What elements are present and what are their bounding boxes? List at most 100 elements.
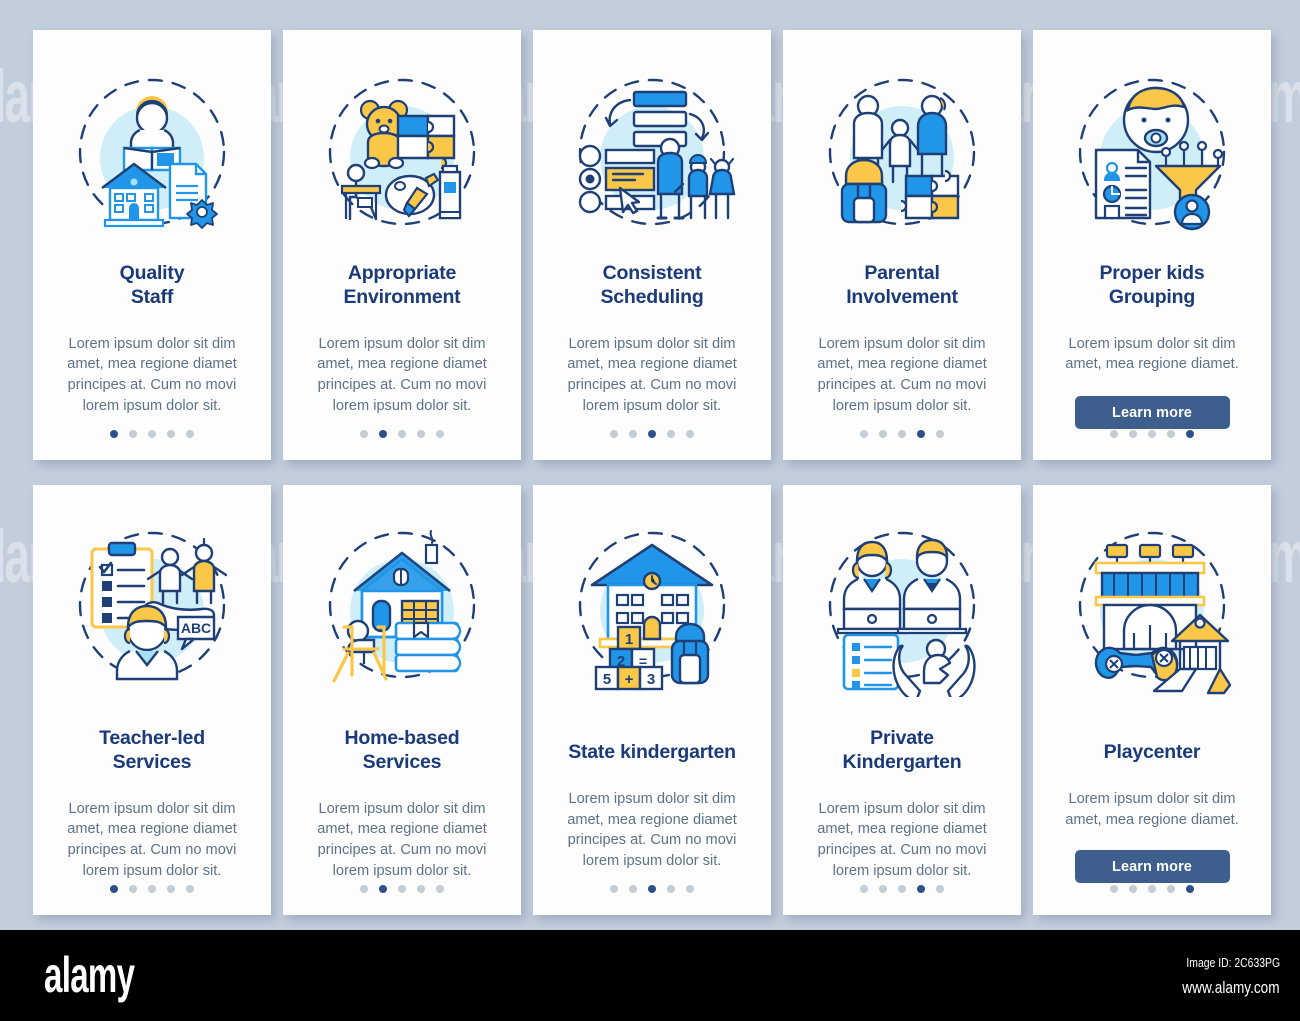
card-body-text: Lorem ipsum dolor sit dim amet, mea regi…: [1065, 335, 1239, 373]
pagination-dot[interactable]: [398, 430, 406, 438]
pagination-dot-active[interactable]: [917, 885, 925, 893]
card-body-text: Lorem ipsum dolor sit dim amet, mea regi…: [817, 335, 987, 414]
pagination-dots[interactable]: [1110, 885, 1194, 893]
pagination-dots[interactable]: [360, 430, 444, 438]
pagination-dots[interactable]: [360, 885, 444, 893]
pagination-dot-active[interactable]: [110, 430, 118, 438]
pagination-dot-active[interactable]: [1186, 885, 1194, 893]
pagination-dot-active[interactable]: [110, 885, 118, 893]
card-body-text: Lorem ipsum dolor sit dim amet, mea regi…: [817, 800, 987, 879]
pagination-dot[interactable]: [879, 885, 887, 893]
onboarding-card-state-kindergarten: 1 2 = 5 + 3 State kindergarten Lorem ipsu…: [533, 485, 771, 915]
svg-text:5: 5: [603, 671, 611, 688]
onboarding-card-grid: Quality Staff Lorem ipsum dolor sit dim am…: [33, 30, 1271, 915]
svg-text:3: 3: [647, 671, 655, 688]
onboarding-card-home-based-services: Home-based Services Lorem ipsum dolor sit …: [283, 485, 521, 915]
pagination-dot[interactable]: [1148, 885, 1156, 893]
onboarding-card-playcenter: Playcenter Lorem ipsum dolor sit dim amet…: [1033, 485, 1271, 915]
pagination-dot[interactable]: [436, 430, 444, 438]
pagination-dot[interactable]: [667, 430, 675, 438]
card-title: Home-based Services: [344, 727, 460, 773]
pagination-dot[interactable]: [167, 430, 175, 438]
pagination-dots[interactable]: [610, 430, 694, 438]
onboarding-card-appropriate-environment: Appropriate Environment Lorem ipsum dolor …: [283, 30, 521, 460]
teacher-reading-school-certificate-icon: [52, 66, 252, 244]
pagination-dot[interactable]: [629, 885, 637, 893]
pagination-dot[interactable]: [186, 430, 194, 438]
pagination-dot[interactable]: [629, 430, 637, 438]
pagination-dot[interactable]: [436, 885, 444, 893]
pagination-dot[interactable]: [860, 430, 868, 438]
pagination-dot[interactable]: [860, 885, 868, 893]
pagination-dot[interactable]: [610, 885, 618, 893]
card-body-text: Lorem ipsum dolor sit dim amet, mea regi…: [317, 800, 487, 879]
pagination-dots[interactable]: [860, 885, 944, 893]
pagination-dot[interactable]: [360, 430, 368, 438]
pagination-dot[interactable]: [360, 885, 368, 893]
pagination-dot[interactable]: [1148, 430, 1156, 438]
pagination-dot[interactable]: [1110, 885, 1118, 893]
pagination-dots[interactable]: [110, 885, 194, 893]
pagination-dot[interactable]: [148, 430, 156, 438]
onboarding-card-quality-staff: Quality Staff Lorem ipsum dolor sit dim am…: [33, 30, 271, 460]
pagination-dot[interactable]: [898, 430, 906, 438]
pagination-dot[interactable]: [148, 885, 156, 893]
pagination-dot[interactable]: [1167, 885, 1175, 893]
pagination-dot[interactable]: [686, 885, 694, 893]
pagination-dot[interactable]: [398, 885, 406, 893]
house-highchair-books-icon: [302, 519, 502, 697]
onboarding-card-teacher-led-services: ABC Teacher-led Services Lorem ipsum dolor …: [33, 485, 271, 915]
pagination-dot[interactable]: [1129, 430, 1137, 438]
alamy-url-label: www.alamy.com: [1182, 978, 1280, 997]
card-title: Proper kids Grouping: [1099, 262, 1205, 308]
card-body-text: Lorem ipsum dolor sit dim amet, mea regi…: [1065, 790, 1239, 828]
pagination-dot[interactable]: [417, 885, 425, 893]
pagination-dot-active[interactable]: [379, 885, 387, 893]
onboarding-card-private-kindergarten: Private Kindergarten Lorem ipsum dolor sit…: [783, 485, 1021, 915]
pagination-dot[interactable]: [186, 885, 194, 893]
learn-more-button[interactable]: Learn more: [1074, 396, 1230, 429]
school-building-blocks-backpack-icon: 1 2 = 5 + 3: [552, 519, 752, 697]
card-title: Appropriate Environment: [343, 262, 461, 308]
pagination-dot[interactable]: [417, 430, 425, 438]
card-title: Consistent Scheduling: [600, 262, 704, 308]
alamy-footer-bar: alamy Image ID: 2C633PG www.alamy.com: [0, 930, 1300, 1021]
pagination-dot[interactable]: [686, 430, 694, 438]
family-backpack-puzzle-icon: [802, 66, 1002, 244]
pagination-dot[interactable]: [167, 885, 175, 893]
onboarding-card-parental-involvement: Parental Involvement Lorem ipsum dolor sit…: [783, 30, 1021, 460]
pagination-dots[interactable]: [860, 430, 944, 438]
pagination-dot[interactable]: [936, 885, 944, 893]
baby-profile-funnel-icon: [1052, 66, 1252, 244]
card-body-text: Lorem ipsum dolor sit dim amet, mea regi…: [317, 335, 487, 414]
teddy-puzzle-desk-paint-icon: [302, 66, 502, 244]
pagination-dot[interactable]: [898, 885, 906, 893]
pagination-dot[interactable]: [129, 430, 137, 438]
card-title: Quality Staff: [119, 262, 185, 308]
pagination-dot-active[interactable]: [1186, 430, 1194, 438]
card-body-text: Lorem ipsum dolor sit dim amet, mea regi…: [567, 335, 737, 414]
schedule-list-parent-children-icon: [552, 66, 752, 244]
playcenter-gamepad-slide-icon: [1052, 519, 1252, 697]
svg-text:+: +: [625, 671, 634, 688]
pagination-dot-active[interactable]: [917, 430, 925, 438]
pagination-dot[interactable]: [936, 430, 944, 438]
pagination-dot[interactable]: [129, 885, 137, 893]
pagination-dot[interactable]: [1129, 885, 1137, 893]
pagination-dot-active[interactable]: [648, 430, 656, 438]
pagination-dot[interactable]: [1167, 430, 1175, 438]
pagination-dot-active[interactable]: [648, 885, 656, 893]
pagination-dots[interactable]: [610, 885, 694, 893]
pagination-dots[interactable]: [1110, 430, 1194, 438]
svg-text:ABC: ABC: [181, 620, 211, 636]
pagination-dot[interactable]: [879, 430, 887, 438]
learn-more-button[interactable]: Learn more: [1074, 850, 1230, 884]
pagination-dot[interactable]: [610, 430, 618, 438]
svg-text:1: 1: [625, 631, 633, 648]
pagination-dot-active[interactable]: [379, 430, 387, 438]
pagination-dot[interactable]: [667, 885, 675, 893]
pagination-dot[interactable]: [1110, 430, 1118, 438]
clipboard-hand-children-teacher-abc-icon: ABC: [52, 519, 252, 697]
card-title: Parental Involvement: [846, 262, 958, 308]
pagination-dots[interactable]: [110, 430, 194, 438]
